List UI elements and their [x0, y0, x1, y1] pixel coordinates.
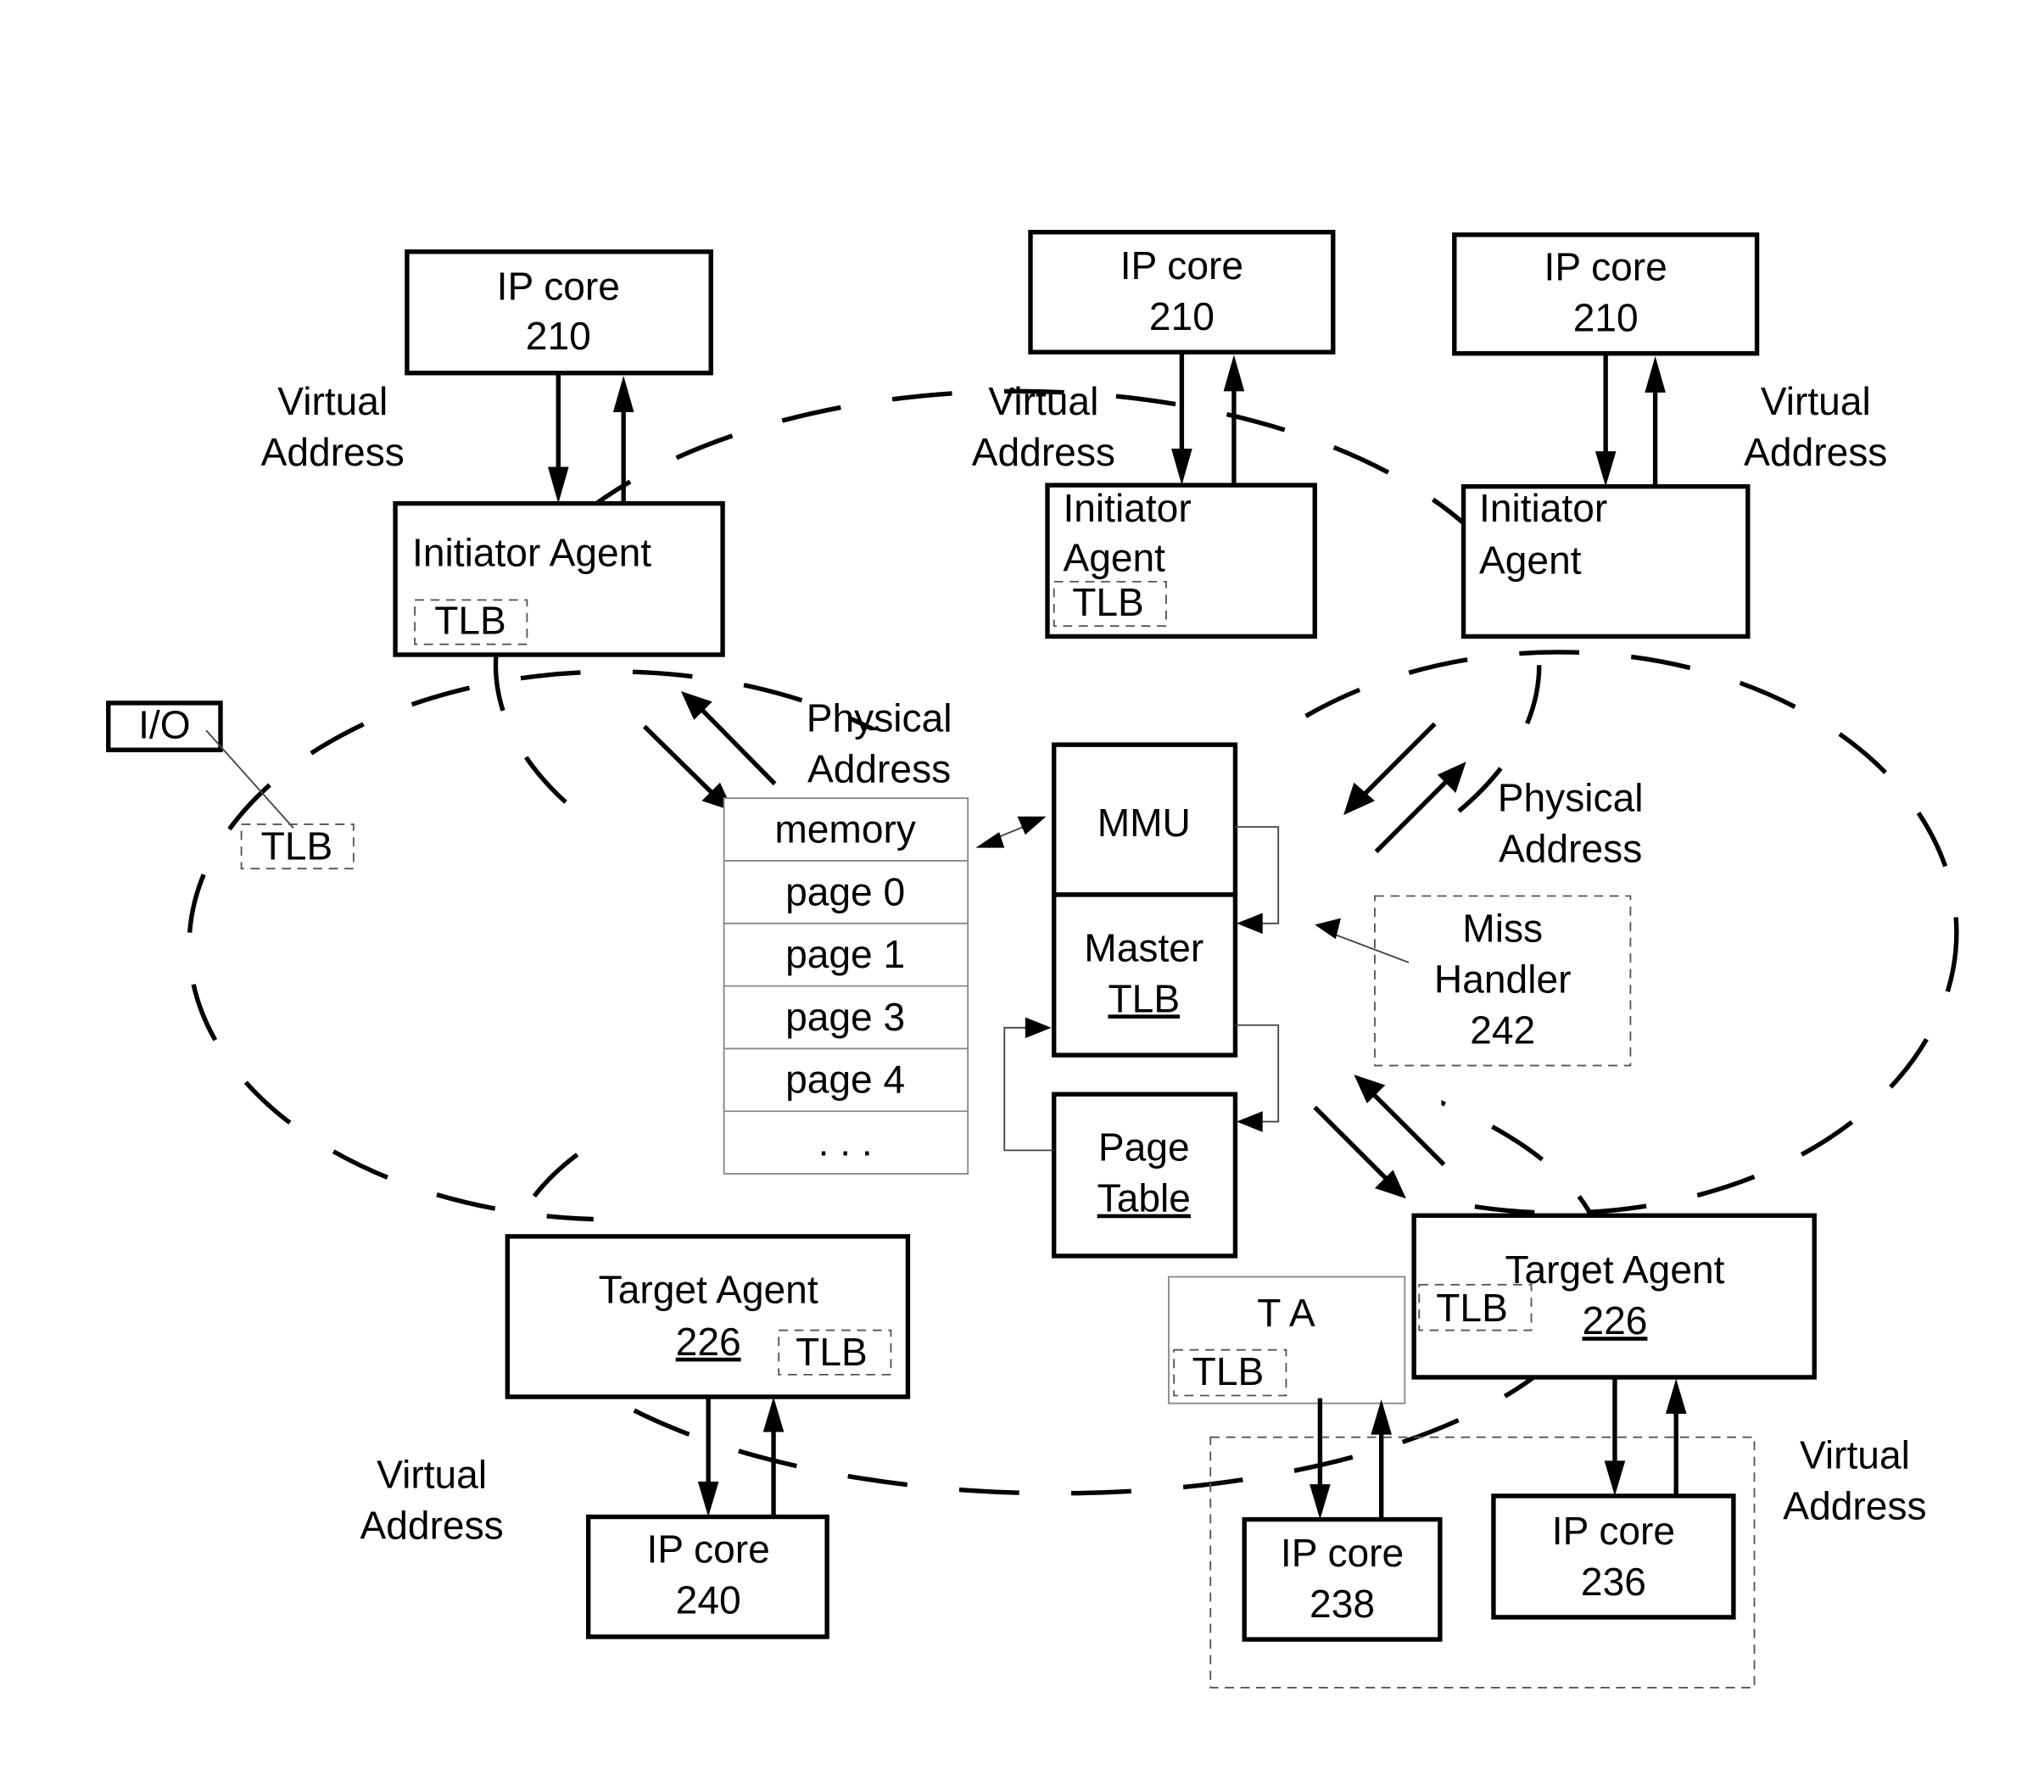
- initiator-group-3: IP core 210 Virtual Address Initiator Ag…: [1452, 232, 1887, 639]
- virtual-address-label-line2: Address: [1783, 1484, 1926, 1528]
- ip-core-label: IP core: [497, 265, 620, 309]
- initiator-agent-label-line1: Initiator: [1479, 486, 1607, 530]
- virtual-address-label-line1: Virtual: [277, 379, 388, 423]
- virtual-address-label-line2: Address: [261, 430, 405, 474]
- initiator-agent-label: Initiator Agent: [412, 530, 651, 574]
- target-agent-label: Target Agent: [599, 1267, 818, 1311]
- arrowhead-up: [612, 375, 634, 412]
- ip-core-number: 238: [1310, 1582, 1375, 1626]
- io-tlb-label: TLB: [261, 823, 333, 868]
- arrowhead-up: [1223, 354, 1245, 392]
- ip-core-number: 210: [1149, 294, 1215, 338]
- target-agent-number: 226: [676, 1320, 741, 1364]
- ip-core-number: 210: [526, 314, 591, 358]
- master-tlb-label-line2: TLB: [1108, 976, 1180, 1020]
- virtual-address-label-line1: Virtual: [1761, 379, 1871, 423]
- target-agent-small: T A TLB: [1168, 1276, 1406, 1404]
- tlb-label: TLB: [1192, 1349, 1265, 1393]
- ta-label: T A: [1257, 1291, 1315, 1335]
- virtual-address-label-line1: Virtual: [988, 379, 1098, 423]
- memory-row: page 4: [785, 1058, 905, 1102]
- arrowhead-up: [1645, 355, 1666, 393]
- ip-core-label: IP core: [1544, 245, 1667, 289]
- arrowhead-down: [1594, 451, 1617, 487]
- target-group-left: Target Agent 226 TLB IP core 240 Virtual…: [360, 1234, 911, 1639]
- arrowhead-down: [547, 466, 569, 504]
- mmu-label: MMU: [1097, 801, 1191, 845]
- physical-address-label-line2: Address: [1499, 827, 1642, 871]
- physical-address-label-line2: Address: [807, 747, 951, 791]
- virtual-address-label-line2: Address: [972, 430, 1115, 474]
- miss-handler-label-line1: Miss: [1462, 906, 1543, 950]
- ip-core-number: 236: [1581, 1560, 1646, 1604]
- miss-handler-label-line2: Handler: [1434, 957, 1572, 1001]
- tlb-label: TLB: [796, 1330, 868, 1374]
- arrowhead-down: [1310, 1484, 1331, 1520]
- memory-row: page 3: [785, 995, 905, 1039]
- physical-address-label-line1: Physical: [807, 696, 952, 740]
- initiator-group-1: IP core 210 Virtual Address Initiator Ag…: [261, 249, 725, 657]
- ip-core-label: IP core: [646, 1527, 769, 1571]
- physical-address-label-line1: Physical: [1498, 776, 1644, 820]
- ip-core-label: IP core: [1120, 243, 1243, 288]
- target-agent-label: Target Agent: [1505, 1248, 1724, 1292]
- initiator-agent-label-line1: Initiator: [1063, 486, 1191, 530]
- ip-core-label: IP core: [1552, 1509, 1675, 1553]
- page-table-label-line1: Page: [1098, 1125, 1190, 1170]
- virtual-address-label-line1: Virtual: [377, 1453, 487, 1497]
- arrowhead-up: [1665, 1378, 1687, 1415]
- tlb-interconnect-diagram: IP core 210 Virtual Address Initiator Ag…: [106, 230, 1959, 1689]
- arrowhead-up: [762, 1397, 785, 1432]
- tlb-label: TLB: [1072, 580, 1144, 624]
- tlb-label: TLB: [1436, 1286, 1508, 1330]
- ip-core-label: IP core: [1281, 1531, 1404, 1575]
- memory-row: page 0: [785, 869, 905, 913]
- initiator-group-2: IP core 210 Virtual Address Initiator Ag…: [972, 230, 1336, 639]
- io-group: I/O TLB: [106, 701, 355, 870]
- io-tlb-connector: [205, 729, 294, 829]
- io-label: I/O: [138, 702, 191, 746]
- miss-handler-number: 242: [1470, 1008, 1535, 1052]
- arrowhead-down: [1171, 449, 1192, 486]
- page-table-box[interactable]: [1051, 1091, 1238, 1259]
- initiator-agent-label-line2: Agent: [1063, 536, 1165, 580]
- ip-core-number: 210: [1573, 296, 1639, 340]
- virtual-address-label-line1: Virtual: [1800, 1433, 1910, 1477]
- initiator-agent-label-line2: Agent: [1479, 539, 1582, 583]
- memory-row: page 1: [785, 932, 905, 976]
- memory-table: memory page 0 page 1 page 3 page 4 . . .: [723, 797, 969, 1175]
- memory-row: memory: [774, 807, 916, 851]
- page-table-label-line2: Table: [1097, 1176, 1191, 1220]
- master-tlb-box[interactable]: [1051, 892, 1238, 1058]
- arrowhead-down: [1604, 1460, 1626, 1496]
- memory-row: . . .: [818, 1120, 873, 1164]
- arrowhead-down: [697, 1481, 719, 1517]
- tlb-label: TLB: [434, 598, 506, 642]
- ip-core-number: 240: [676, 1577, 741, 1622]
- arrowhead-up: [1371, 1399, 1392, 1435]
- target-agent-number: 226: [1582, 1298, 1647, 1343]
- virtual-address-label-line2: Address: [360, 1504, 504, 1548]
- virtual-address-label-line2: Address: [1744, 430, 1887, 474]
- master-tlb-label-line1: Master: [1084, 925, 1204, 969]
